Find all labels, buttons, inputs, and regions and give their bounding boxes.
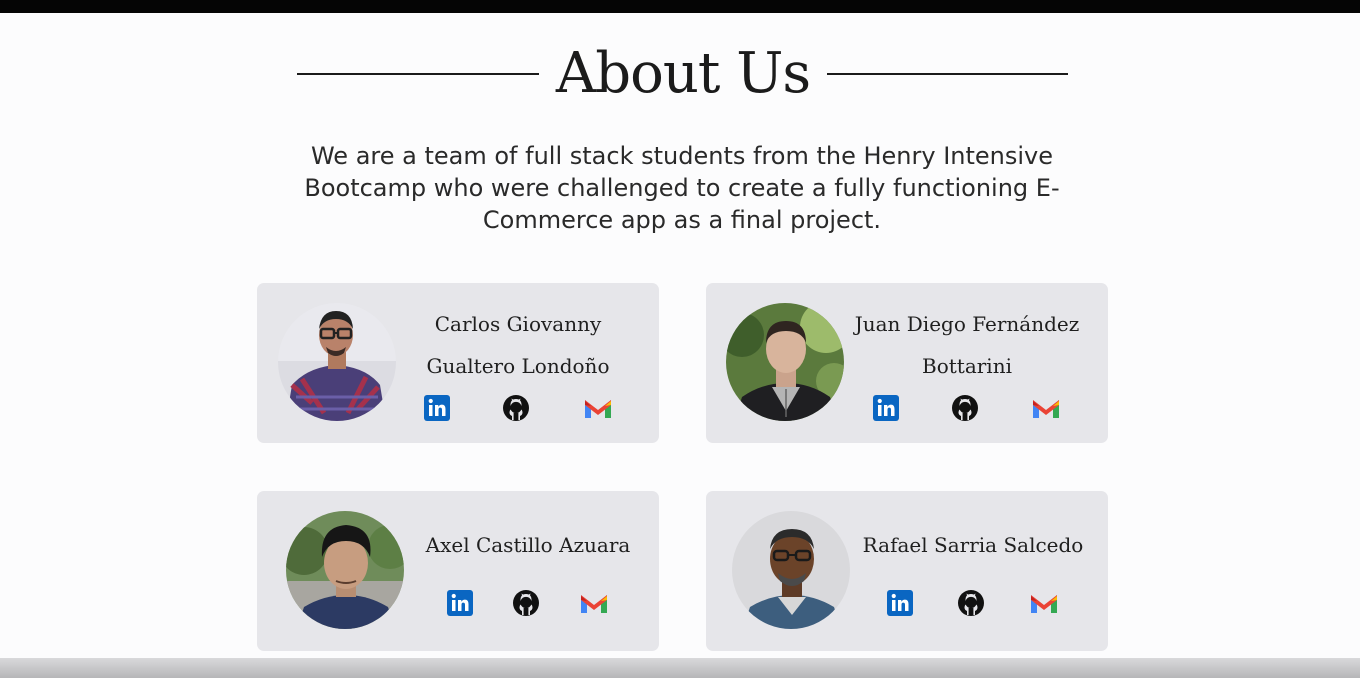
- member-name-line1: Juan Diego Fernández: [854, 312, 1080, 336]
- team-card-rafael: Rafael Sarria Salcedo: [706, 491, 1108, 651]
- linkedin-icon[interactable]: [872, 394, 900, 422]
- member-name: Axel Castillo Azuara: [425, 533, 631, 557]
- about-heading: About Us: [0, 38, 1360, 110]
- intro-text: We are a team of full stack students fro…: [304, 142, 1060, 234]
- team-card-juan: Juan Diego Fernández Bottarini: [706, 283, 1108, 443]
- github-icon[interactable]: [957, 589, 985, 617]
- github-icon[interactable]: [951, 394, 979, 422]
- bottom-bar: [0, 658, 1360, 678]
- github-icon[interactable]: [512, 589, 540, 617]
- member-name-line1: Carlos Giovanny: [434, 312, 602, 336]
- gmail-icon[interactable]: [583, 394, 611, 422]
- heading-rule-right: [827, 73, 1068, 75]
- avatar: [726, 303, 844, 421]
- team-card-axel: Axel Castillo Azuara: [257, 491, 659, 651]
- github-icon[interactable]: [502, 394, 530, 422]
- top-bar: [0, 0, 1360, 13]
- linkedin-icon[interactable]: [446, 589, 474, 617]
- heading-rule-left: [297, 73, 539, 75]
- avatar: [732, 511, 850, 629]
- gmail-icon[interactable]: [1031, 394, 1059, 422]
- gmail-icon[interactable]: [1029, 589, 1057, 617]
- team-card-carlos: Carlos Giovanny Gualtero Londoño: [257, 283, 659, 443]
- member-name: Rafael Sarria Salcedo: [862, 533, 1084, 557]
- gmail-icon[interactable]: [579, 589, 607, 617]
- avatar: [278, 303, 396, 421]
- linkedin-icon[interactable]: [423, 394, 451, 422]
- avatar: [286, 511, 404, 629]
- member-name-line2: Bottarini: [922, 354, 1012, 378]
- linkedin-icon[interactable]: [886, 589, 914, 617]
- page-title: About Us: [555, 41, 811, 106]
- member-name-line2: Gualtero Londoño: [426, 354, 610, 378]
